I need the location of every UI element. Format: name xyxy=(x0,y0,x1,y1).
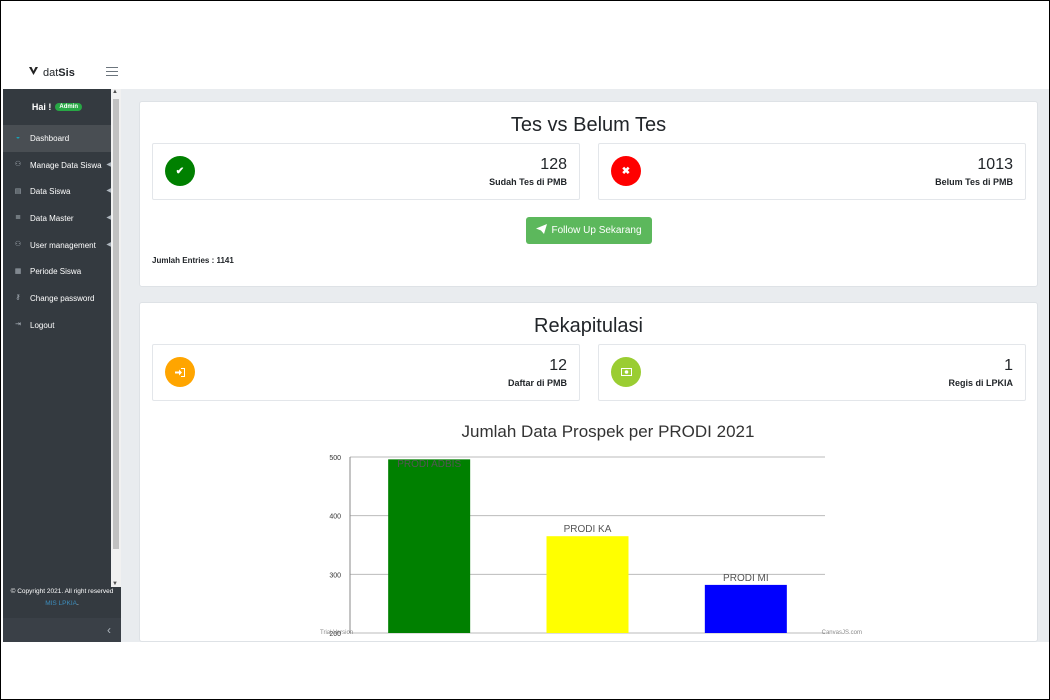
bar-prodi-adbis xyxy=(388,459,471,633)
menu-toggle-icon[interactable] xyxy=(106,67,118,77)
follow-up-button[interactable]: Follow Up Sekarang xyxy=(526,217,652,244)
bar-prodi-mi xyxy=(704,584,787,633)
browser-frame: dat Sis Hai ! Admin ◒ Dashboard ⚇ Manage Dat… xyxy=(0,0,1050,700)
sidebar-item-dashboard[interactable]: ◒ Dashboard xyxy=(3,125,111,152)
tes-card-title: Tes vs Belum Tes xyxy=(510,114,667,136)
chart-svg: Jumlah Data Prospek per PRODI 2021200300… xyxy=(329,422,825,640)
chevron-left-icon[interactable]: ‹ xyxy=(107,623,111,637)
sidebar-item-label: Dashboard xyxy=(30,133,70,143)
sidebar-item-label: Manage Data Siswa xyxy=(30,160,102,170)
sidebar-menu: ◒ Dashboard ⚇ Manage Data Siswa ◀ ▤ Data Siswa… xyxy=(3,125,121,339)
check-icon: ✔ xyxy=(165,156,195,186)
main-content: Tes vs Belum Tes ✔ 128 Sudah Tes di PMB … xyxy=(121,89,1049,642)
y-tick-label: 400 xyxy=(329,514,341,521)
scrollbar-thumb[interactable] xyxy=(113,99,119,549)
sidebar-item-change-password[interactable]: ⚷ Change password xyxy=(3,285,111,312)
x-tick-label: PRODI KA xyxy=(570,638,606,640)
sudah-tes-infobox: ✔ 128 Sudah Tes di PMB xyxy=(152,143,580,200)
regis-lpkia-label: Regis di LPKIA xyxy=(948,378,1013,388)
x-tick-label: PRODI ADBIS xyxy=(405,638,453,640)
sidebar-item-label: Data Master xyxy=(30,213,74,223)
money-icon xyxy=(611,357,641,387)
users-icon: ⚇ xyxy=(14,161,22,169)
rekap-card: Rekapitulasi 12 Daftar di PMB 1 Regis di… xyxy=(139,302,1038,642)
sidebar-item-label: Logout xyxy=(30,320,55,330)
times-icon: ✖ xyxy=(611,156,641,186)
y-tick-label: 300 xyxy=(329,572,341,579)
database-icon: ≣ xyxy=(15,214,21,222)
bar-index-label: PRODI MI xyxy=(723,573,769,584)
entries-count: Jumlah Entries : 1141 xyxy=(152,256,234,265)
tes-card: Tes vs Belum Tes ✔ 128 Sudah Tes di PMB … xyxy=(139,101,1038,287)
prodi-chart: Jumlah Data Prospek per PRODI 2021 200 300… xyxy=(310,415,870,640)
canvasjs-credit[interactable]: CanvasJS.com xyxy=(822,630,862,636)
greeting-text: Hai ! xyxy=(31,102,52,112)
users-icon: ⚇ xyxy=(14,241,22,249)
daftar-pmb-label: Daftar di PMB xyxy=(507,378,567,388)
key-icon: ⚷ xyxy=(15,294,21,302)
footer-link[interactable]: MIS LPKIA xyxy=(45,600,77,607)
brand-name: Sis xyxy=(58,66,75,79)
dashboard-icon: ◒ xyxy=(15,134,21,142)
y-tick-label: 500 xyxy=(329,455,341,462)
logout-icon: ⇥ xyxy=(15,321,21,329)
scroll-up-icon[interactable]: ▲ xyxy=(112,89,118,95)
regis-lpkia-value: 1 xyxy=(1004,357,1013,374)
sudah-tes-value: 128 xyxy=(540,156,567,173)
follow-up-label: Follow Up Sekarang xyxy=(551,225,642,236)
x-tick-label: PRODI MI xyxy=(729,638,763,640)
sidebar-item-user-management[interactable]: ⚇ User management ◀ xyxy=(3,232,111,259)
sidebar-item-data-siswa[interactable]: ▤ Data Siswa ◀ xyxy=(3,178,111,205)
sidebar-footer: © Copyright 2021. All right reserved MIS… xyxy=(3,586,121,610)
belum-tes-label: Belum Tes di PMB xyxy=(935,177,1013,187)
sidebar-collapse-bar[interactable]: ‹ xyxy=(3,618,121,642)
sidebar-item-manage-data-siswa[interactable]: ⚇ Manage Data Siswa ◀ xyxy=(3,152,111,179)
daftar-pmb-infobox: 12 Daftar di PMB xyxy=(152,344,580,401)
footer-suffix: . xyxy=(76,600,79,607)
paper-plane-icon xyxy=(536,224,548,237)
role-badge: Admin xyxy=(55,103,83,111)
calendar-icon: ▦ xyxy=(14,267,22,275)
copyright-text: © Copyright 2021. All right reserved xyxy=(10,588,114,595)
brand-logo[interactable]: dat Sis xyxy=(28,66,75,79)
chart-title: Jumlah Data Prospek per PRODI 2021 xyxy=(462,422,755,441)
sidebar: Hai ! Admin ◒ Dashboard ⚇ Manage Data Siswa… xyxy=(3,89,121,642)
sidebar-scrollbar[interactable]: ▲ ▼ xyxy=(111,89,121,587)
trial-watermark: Trial Version xyxy=(320,630,354,636)
regis-lpkia-infobox: 1 Regis di LPKIA xyxy=(598,344,1026,401)
bar-prodi-ka xyxy=(546,536,629,633)
sidebar-item-logout[interactable]: ⇥ Logout xyxy=(3,312,111,339)
sidebar-item-data-master[interactable]: ≣ Data Master ◀ xyxy=(3,205,111,232)
sidebar-item-periode-siswa[interactable]: ▦ Periode Siswa xyxy=(3,258,111,285)
sidebar-item-label: Data Siswa xyxy=(30,187,71,197)
bar-index-label: PRODI ADBIS xyxy=(397,459,461,470)
sidebar-item-label: Periode Siswa xyxy=(30,267,82,277)
belum-tes-value: 1013 xyxy=(977,156,1013,173)
brand-icon xyxy=(28,66,39,79)
sidebar-item-label: Change password xyxy=(30,293,95,303)
bar-index-label: PRODI KA xyxy=(564,524,612,535)
sidebar-user-panel: Hai ! Admin xyxy=(3,89,121,125)
daftar-pmb-value: 12 xyxy=(549,357,567,374)
sign-in-icon xyxy=(165,357,195,387)
brand-prefix: dat xyxy=(43,66,59,79)
belum-tes-infobox: ✖ 1013 Belum Tes di PMB xyxy=(598,143,1026,200)
sudah-tes-label: Sudah Tes di PMB xyxy=(489,177,567,187)
rekap-card-title: Rekapitulasi xyxy=(534,315,643,337)
top-navbar: dat Sis xyxy=(3,59,1049,89)
sidebar-item-label: User management xyxy=(30,240,96,250)
table-icon: ▤ xyxy=(14,187,22,195)
